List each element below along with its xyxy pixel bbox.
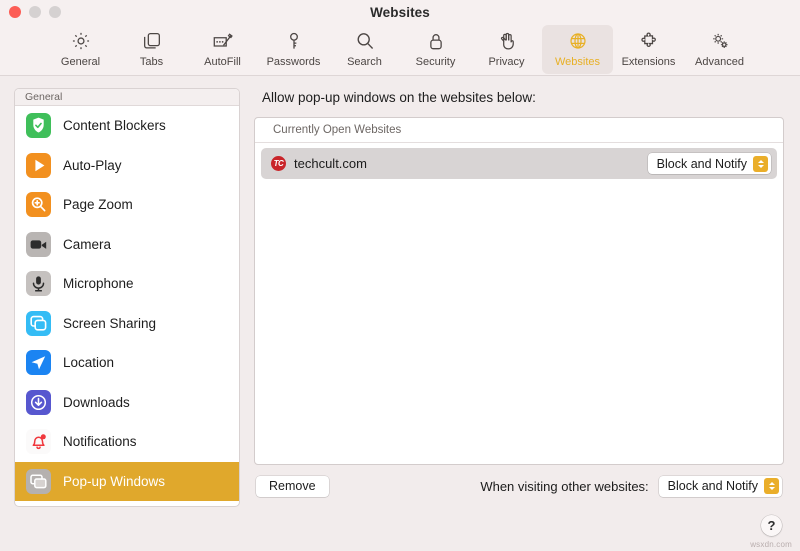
toolbar-item-label: Security — [415, 56, 456, 68]
other-websites-select[interactable]: Block and Notify — [658, 475, 782, 497]
chevron-updown-icon — [764, 478, 779, 494]
websites-sidebar: General Content Blockers Auto-Play Page … — [14, 88, 240, 507]
sidebar-item-location[interactable]: Location — [15, 343, 239, 383]
window-title: Websites — [370, 4, 430, 20]
screen-share-icon — [26, 310, 51, 336]
toolbar-item-label: General — [60, 56, 101, 68]
lock-icon — [422, 28, 450, 54]
sidebar-item-label: Auto-Play — [63, 157, 122, 173]
sidebar-item-label: Content Blockers — [63, 118, 166, 134]
sidebar-item-auto-play[interactable]: Auto-Play — [15, 146, 239, 186]
help-button[interactable]: ? — [761, 515, 782, 536]
minimize-window-button[interactable] — [29, 6, 41, 18]
hand-icon — [493, 28, 521, 54]
sidebar-item-downloads[interactable]: Downloads — [15, 383, 239, 423]
search-icon — [351, 28, 379, 54]
puzzle-icon — [635, 28, 663, 54]
toolbar-item-label: Passwords — [266, 56, 321, 68]
sidebar-item-page-zoom[interactable]: Page Zoom — [15, 185, 239, 225]
toolbar-item-label: Extensions — [621, 56, 676, 68]
traffic-light-group — [9, 6, 61, 18]
toolbar-item-advanced[interactable]: Advanced — [684, 25, 755, 74]
download-icon — [26, 389, 51, 415]
other-websites-value: Block and Notify — [667, 479, 758, 493]
site-name: techcult.com — [294, 156, 367, 171]
sidebar-item-microphone[interactable]: Microphone — [15, 264, 239, 304]
bell-icon — [26, 429, 51, 455]
other-websites-label: When visiting other websites: — [480, 478, 649, 494]
sidebar-item-label: Microphone — [63, 276, 134, 292]
globe-icon — [564, 28, 592, 54]
toolbar-item-label: Privacy — [488, 56, 525, 68]
close-window-button[interactable] — [9, 6, 21, 18]
shield-check-icon — [26, 113, 51, 139]
toolbar-item-passwords[interactable]: Passwords — [258, 25, 329, 74]
toolbar-item-search[interactable]: Search — [329, 25, 400, 74]
toolbar-item-label: AutoFill — [204, 56, 241, 68]
microphone-icon — [26, 271, 51, 297]
sidebar-group-header: General — [15, 89, 239, 106]
table-section-header: Currently Open Websites — [255, 118, 783, 143]
favicon: TC — [271, 156, 286, 171]
toolbar-item-label: Tabs — [139, 56, 164, 68]
gears-icon — [706, 28, 734, 54]
preferences-body: General Content Blockers Auto-Play Page … — [0, 76, 800, 507]
sidebar-list: Content Blockers Auto-Play Page Zoom Cam… — [15, 106, 239, 506]
key-icon — [280, 28, 308, 54]
site-permission-value: Block and Notify — [656, 156, 747, 171]
favicon-text: TC — [273, 158, 284, 168]
preferences-toolbar: General Tabs AutoFill Passwords Search S… — [0, 24, 800, 76]
toolbar-item-websites[interactable]: Websites — [542, 25, 613, 74]
zoom-window-button[interactable] — [49, 6, 61, 18]
autofill-icon — [209, 28, 237, 54]
location-arrow-icon — [26, 350, 51, 376]
sidebar-item-pop-up-windows[interactable]: Pop-up Windows — [15, 461, 239, 501]
page-heading: Allow pop-up windows on the websites bel… — [262, 90, 536, 105]
preferences-window: Websites General Tabs AutoFill Passwords… — [0, 0, 800, 551]
watermark: wsxdn.com — [750, 540, 792, 549]
windows-icon — [26, 468, 51, 494]
tabs-icon — [138, 28, 166, 54]
bottom-bar: ? wsxdn.com — [0, 507, 800, 551]
sidebar-item-label: Notifications — [63, 434, 137, 450]
table-row[interactable]: TC techcult.com Block and Notify — [261, 148, 777, 179]
zoom-in-icon — [26, 192, 51, 218]
sidebar-item-content-blockers[interactable]: Content Blockers — [15, 106, 239, 146]
title-bar: Websites — [0, 0, 800, 24]
toolbar-item-label: Websites — [554, 56, 601, 68]
websites-main-panel: Allow pop-up windows on the websites bel… — [254, 88, 784, 507]
toolbar-item-general[interactable]: General — [45, 25, 116, 74]
table-footer-controls: Remove When visiting other websites: Blo… — [254, 465, 784, 507]
sidebar-item-label: Pop-up Windows — [63, 473, 166, 489]
gear-icon — [67, 28, 95, 54]
toolbar-item-extensions[interactable]: Extensions — [613, 25, 684, 74]
sidebar-item-notifications[interactable]: Notifications — [15, 422, 239, 462]
remove-button[interactable]: Remove — [256, 475, 329, 497]
sidebar-item-camera[interactable]: Camera — [15, 225, 239, 265]
site-permission-select[interactable]: Block and Notify — [647, 153, 771, 174]
sidebar-item-screen-sharing[interactable]: Screen Sharing — [15, 304, 239, 344]
toolbar-item-security[interactable]: Security — [400, 25, 471, 74]
sidebar-item-label: Page Zoom — [63, 197, 133, 213]
chevron-updown-icon — [753, 155, 768, 172]
toolbar-item-label: Search — [347, 56, 382, 68]
websites-table: Currently Open Websites TC techcult.com … — [254, 117, 784, 465]
camera-icon — [26, 231, 51, 257]
toolbar-item-autofill[interactable]: AutoFill — [187, 25, 258, 74]
play-icon — [26, 152, 51, 178]
sidebar-item-label: Screen Sharing — [63, 315, 157, 331]
toolbar-item-tabs[interactable]: Tabs — [116, 25, 187, 74]
toolbar-item-label: Advanced — [695, 56, 744, 68]
sidebar-item-label: Downloads — [63, 394, 130, 410]
toolbar-item-privacy[interactable]: Privacy — [471, 25, 542, 74]
sidebar-item-label: Location — [63, 355, 115, 371]
sidebar-item-label: Camera — [63, 236, 112, 252]
